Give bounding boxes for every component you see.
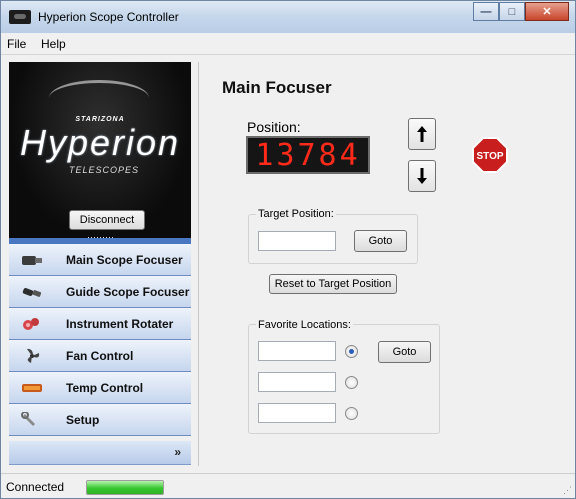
logo-panel: STARIZONA Hyperion TELESCOPES Disconnect: [9, 62, 191, 238]
progress-fill: [87, 481, 163, 494]
sidebar-nav: Main Scope Focuser Guide Scope Focuser I…: [9, 244, 191, 436]
sidebar-item-label: Setup: [66, 413, 100, 427]
logo-swoosh-icon: [49, 80, 149, 116]
target-goto-button[interactable]: Goto: [354, 230, 407, 252]
favorite-location-input-3[interactable]: [258, 403, 336, 423]
sidebar-item-setup[interactable]: Setup: [9, 404, 191, 436]
sidebar-item-label: Main Scope Focuser: [66, 253, 183, 267]
favorite-location-radio-2[interactable]: [345, 376, 358, 389]
wrench-icon: [21, 412, 35, 426]
sidebar-item-label: Instrument Rotater: [66, 317, 174, 331]
favorites-goto-button[interactable]: Goto: [378, 341, 431, 363]
sidebar-item-label: Guide Scope Focuser: [66, 285, 190, 299]
stop-label: STOP: [476, 151, 503, 162]
arrow-up-icon: [417, 126, 427, 142]
logo-brand-big: Hyperion: [19, 122, 181, 163]
fan-icon: [27, 348, 40, 363]
logo-brand-sub: TELESCOPES: [69, 165, 140, 175]
menu-help[interactable]: Help: [41, 37, 66, 51]
favorite-location-input-1[interactable]: [258, 341, 336, 361]
stop-button[interactable]: STOP: [472, 137, 508, 173]
move-up-button[interactable]: [408, 118, 436, 150]
position-display: 13784: [246, 136, 370, 174]
sidebar-overflow: »: [9, 441, 191, 465]
window-title: Hyperion Scope Controller: [38, 10, 179, 24]
arrow-down-icon: [417, 168, 427, 184]
favorite-location-radio-3[interactable]: [345, 407, 358, 420]
app-icon: [9, 10, 31, 24]
menu-file[interactable]: File: [7, 37, 26, 51]
reset-target-button[interactable]: Reset to Target Position: [269, 274, 397, 294]
chevron-more-icon[interactable]: »: [174, 445, 181, 459]
app-window: Hyperion Scope Controller — □ ✕ File Hel…: [0, 0, 576, 499]
sidebar-item-instrument-rotater[interactable]: Instrument Rotater: [9, 308, 191, 340]
move-down-button[interactable]: [408, 160, 436, 192]
title-bar[interactable]: Hyperion Scope Controller — □ ✕: [1, 1, 575, 33]
favorite-location-radio-1[interactable]: [345, 345, 358, 358]
menu-bar: File Help: [1, 33, 575, 55]
target-position-input[interactable]: [258, 231, 336, 251]
minimize-button[interactable]: —: [473, 2, 499, 21]
connection-progress-bar: [86, 480, 164, 495]
temperature-icon: [22, 384, 42, 392]
sidebar-item-guide-scope-focuser[interactable]: Guide Scope Focuser: [9, 276, 191, 308]
sidebar-item-label: Fan Control: [66, 349, 134, 363]
rotator-icon: [23, 318, 39, 330]
favorite-location-input-2[interactable]: [258, 372, 336, 392]
page-title: Main Focuser: [222, 78, 332, 97]
favorite-locations-title: Favorite Locations:: [256, 319, 353, 331]
close-button[interactable]: ✕: [525, 2, 569, 21]
disconnect-button[interactable]: Disconnect: [69, 210, 145, 230]
focuser-icon: [22, 256, 42, 265]
sidebar-item-fan-control[interactable]: Fan Control: [9, 340, 191, 372]
sidebar-item-temp-control[interactable]: Temp Control: [9, 372, 191, 404]
position-label: Position:: [247, 119, 301, 135]
resize-grip-icon[interactable]: ⋰: [563, 485, 572, 496]
status-bar: Connected ⋰: [1, 473, 575, 498]
target-position-title: Target Position:: [256, 208, 336, 220]
connection-status: Connected: [6, 480, 65, 494]
main-focuser-panel: Main Focuser Position: 13784 STOP Target…: [198, 62, 574, 466]
window-controls: — □ ✕: [473, 2, 569, 21]
sidebar-item-main-scope-focuser[interactable]: Main Scope Focuser: [9, 244, 191, 276]
sidebar-item-label: Temp Control: [66, 381, 144, 395]
stop-sign-icon: STOP: [472, 137, 508, 173]
guide-focuser-icon: [22, 288, 42, 297]
maximize-button[interactable]: □: [499, 2, 525, 21]
